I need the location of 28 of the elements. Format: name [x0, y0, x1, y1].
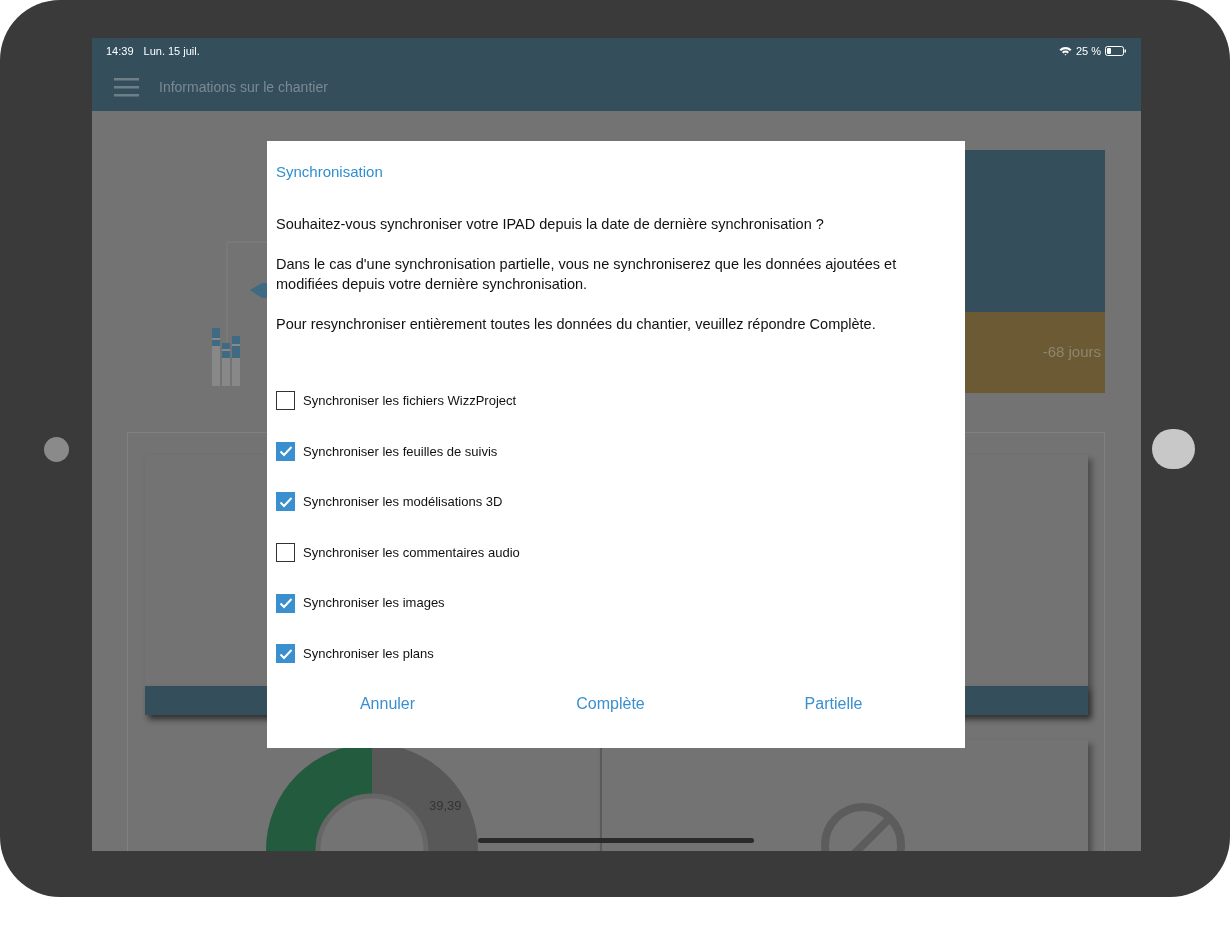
dialog-message: Dans le cas d'une synchronisation partielle, vous ne synchroniserez que les données ajoutées et modifiées depuis votre dernière synchronisation.	[276, 254, 898, 294]
status-time: 14:39	[106, 43, 134, 59]
option-label: Synchroniser les feuilles de suivis	[303, 442, 498, 461]
dialog-message: Pour resynchroniser entièrement toutes les données du chantier, veuillez répondre Complète.	[276, 314, 877, 334]
dialog-button[interactable]: Partielle	[800, 686, 867, 723]
checkbox[interactable]	[276, 492, 295, 512]
option-label: Synchroniser les plans	[303, 645, 434, 663]
dialog-title: Synchronisation	[276, 162, 384, 182]
checkbox[interactable]	[276, 543, 295, 563]
option-label: Synchroniser les images	[303, 594, 445, 613]
dialog-button[interactable]: Complète	[572, 686, 649, 723]
dialog-button[interactable]: Annuler	[355, 686, 420, 723]
delay-value: -68 jours	[1042, 342, 1101, 363]
option-label: Synchroniser les modélisations 3D	[303, 493, 503, 512]
checkbox[interactable]	[276, 441, 295, 461]
checkbox[interactable]	[276, 391, 295, 411]
status-date: Lun. 15 juil.	[143, 43, 200, 59]
wifi-icon	[1058, 46, 1072, 56]
battery-percent: 25 %	[1075, 43, 1101, 59]
battery-icon	[1105, 46, 1127, 56]
prohibited-icon	[820, 802, 906, 851]
option-label: Synchroniser les fichiers WizzProject	[303, 392, 517, 411]
checkbox[interactable]	[276, 644, 295, 664]
page-title: Informations sur le chantier	[159, 78, 328, 97]
checkbox[interactable]	[276, 593, 295, 613]
dialog-message: Souhaitez-vous synchroniser votre IPAD depuis la date de dernière synchronisation ?	[276, 214, 825, 234]
option-label: Synchroniser les commentaires audio	[303, 543, 520, 562]
menu-icon[interactable]	[114, 78, 139, 97]
